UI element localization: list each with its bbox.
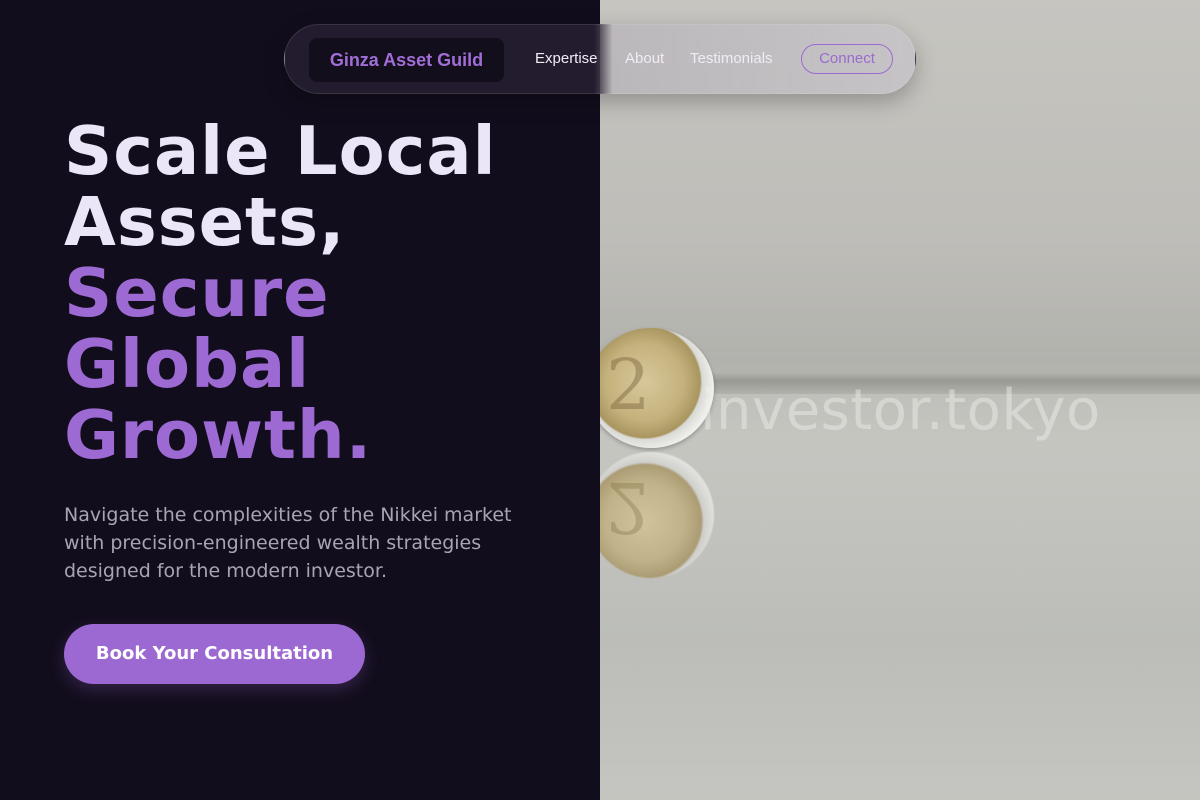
brand-logo[interactable]: Ginza Asset Guild <box>309 38 504 82</box>
coin-numeral: 2 <box>606 344 651 426</box>
headline-accent-line: Global <box>64 325 311 403</box>
hero-subtext: Navigate the complexities of the Nikkei … <box>64 504 512 582</box>
headline-line: Scale Local <box>64 112 497 190</box>
headline-line: Assets, <box>64 183 346 261</box>
headline-accent-line: Growth. <box>64 396 373 474</box>
headline-accent-line: Secure <box>64 254 330 332</box>
nav-link-about[interactable]: About <box>625 50 664 68</box>
reflection-zone <box>600 394 1200 800</box>
nav-link-testimonials[interactable]: Testimonials <box>690 50 773 68</box>
connect-button[interactable]: Connect <box>801 44 893 74</box>
hero-headline: Scale Local Assets, Secure Global Growth… <box>64 116 584 471</box>
top-navbar: Ginza Asset Guild Expertise About Testim… <box>284 24 916 94</box>
book-consultation-button[interactable]: Book Your Consultation <box>64 624 365 684</box>
image-watermark: investor.tokyo <box>700 378 1101 443</box>
coin-numeral-reflection: 2 <box>606 466 651 548</box>
nav-link-expertise[interactable]: Expertise <box>535 50 598 68</box>
